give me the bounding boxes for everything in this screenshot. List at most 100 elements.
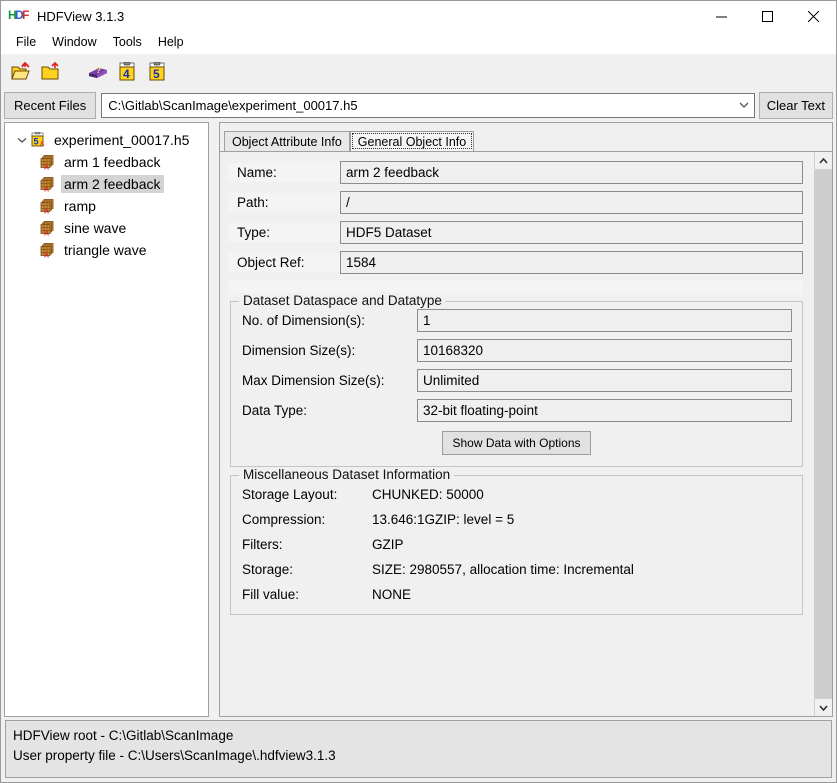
file-path-combo[interactable]: C:\Gitlab\ScanImage\experiment_00017.h5 xyxy=(101,93,754,118)
tree-node-arm-2-feedback[interactable]: A arm 2 feedback xyxy=(5,173,208,195)
row-dimension-sizes: Dimension Size(s): 10168320 xyxy=(238,338,795,362)
field-type-label: Type: xyxy=(228,223,340,242)
row-filters: Filters: GZIP xyxy=(238,532,795,557)
info-tabs: Object Attribute Info General Object Inf… xyxy=(220,128,832,151)
data-type-label: Data Type: xyxy=(238,403,417,418)
chevron-up-icon[interactable] xyxy=(815,152,832,169)
status-line-user-property: User property file - C:\Users\ScanImage\… xyxy=(13,746,831,766)
object-tree-panel[interactable]: 5 A experiment_00017.h5 xyxy=(4,122,209,717)
tree-node-triangle-wave[interactable]: A triangle wave xyxy=(5,239,208,261)
menu-window[interactable]: Window xyxy=(45,33,105,51)
info-scroll-wrapper: Name: arm 2 feedback Path: / Type: HDF5 … xyxy=(220,151,832,716)
dataset-icon: A xyxy=(39,197,57,215)
show-data-row: Show Data with Options xyxy=(238,428,795,459)
hdfview-window: H D F HDFView 3.1.3 File Window Tools He… xyxy=(0,0,837,783)
maximize-icon[interactable] xyxy=(744,1,790,31)
svg-text:5: 5 xyxy=(34,137,39,147)
no-of-dimensions-label: No. of Dimension(s): xyxy=(238,313,417,328)
storage-layout-label: Storage Layout: xyxy=(238,487,372,502)
fill-value-value: NONE xyxy=(372,587,795,602)
minimize-icon[interactable] xyxy=(698,1,744,31)
recent-files-button[interactable]: Recent Files xyxy=(4,92,96,119)
compression-value: 13.646:1GZIP: level = 5 xyxy=(372,512,795,527)
menu-bar: File Window Tools Help xyxy=(1,31,836,54)
tree-node-label: experiment_00017.h5 xyxy=(51,131,192,149)
hdf4-library-icon[interactable]: 4 xyxy=(115,59,141,85)
dimension-sizes-label: Dimension Size(s): xyxy=(238,343,417,358)
field-name: Name: arm 2 feedback xyxy=(228,160,808,184)
field-path: Path: / xyxy=(228,190,808,214)
object-info-panel: Object Attribute Info General Object Inf… xyxy=(219,122,833,717)
field-object-ref-label: Object Ref: xyxy=(228,253,340,272)
show-data-with-options-button[interactable]: Show Data with Options xyxy=(442,431,590,455)
menu-tools[interactable]: Tools xyxy=(106,33,151,51)
field-name-label: Name: xyxy=(228,163,340,182)
filters-label: Filters: xyxy=(238,537,372,552)
scrollbar-thumb[interactable] xyxy=(815,169,832,699)
field-name-value[interactable]: arm 2 feedback xyxy=(340,161,803,184)
tree-node-ramp[interactable]: A ramp xyxy=(5,195,208,217)
tree-node-label: arm 1 feedback xyxy=(61,153,164,171)
svg-text:4: 4 xyxy=(123,67,130,81)
scrollbar-track[interactable] xyxy=(815,169,832,699)
menu-help[interactable]: Help xyxy=(151,33,193,51)
svg-text:F: F xyxy=(22,8,29,22)
row-compression: Compression: 13.646:1GZIP: level = 5 xyxy=(238,507,795,532)
tree-node-sine-wave[interactable]: A sine wave xyxy=(5,217,208,239)
max-dimension-sizes-value[interactable]: Unlimited xyxy=(417,369,792,392)
storage-layout-value: CHUNKED: 50000 xyxy=(372,487,795,502)
svg-text:A: A xyxy=(44,165,49,171)
clear-text-button[interactable]: Clear Text xyxy=(759,92,833,119)
data-type-value[interactable]: 32-bit floating-point xyxy=(417,399,792,422)
field-object-ref-value[interactable]: 1584 xyxy=(340,251,803,274)
status-bar-wrapper: HDFView root - C:\Gitlab\ScanImage User … xyxy=(1,717,836,782)
row-fill-value: Fill value: NONE xyxy=(238,582,795,607)
close-icon[interactable] xyxy=(790,1,836,31)
row-no-of-dimensions: No. of Dimension(s): 1 xyxy=(238,308,795,332)
tree-node-arm-1-feedback[interactable]: A arm 1 feedback xyxy=(5,151,208,173)
file-path-input[interactable]: C:\Gitlab\ScanImage\experiment_00017.h5 xyxy=(102,98,733,113)
chevron-down-icon[interactable] xyxy=(734,94,754,117)
object-tree: 5 A experiment_00017.h5 xyxy=(5,123,208,261)
open-file-icon[interactable] xyxy=(9,59,35,85)
dimension-sizes-value[interactable]: 10168320 xyxy=(417,339,792,362)
info-vertical-scrollbar[interactable] xyxy=(814,152,832,716)
compression-label: Compression: xyxy=(238,512,372,527)
chevron-down-icon[interactable] xyxy=(815,699,832,716)
close-file-icon[interactable] xyxy=(39,59,65,85)
hdf-logo-icon: H D F xyxy=(8,8,30,24)
misc-dataset-group: Miscellaneous Dataset Information Storag… xyxy=(230,475,803,615)
file-bar: Recent Files C:\Gitlab\ScanImage\experim… xyxy=(1,90,836,121)
tab-object-attribute-info[interactable]: Object Attribute Info xyxy=(224,131,350,151)
row-storage-layout: Storage Layout: CHUNKED: 50000 xyxy=(238,482,795,507)
dataspace-group: Dataset Dataspace and Datatype No. of Di… xyxy=(230,301,803,467)
toolbar: ? 4 5 xyxy=(1,54,836,90)
field-type-value[interactable]: HDF5 Dataset xyxy=(340,221,803,244)
status-bar: HDFView root - C:\Gitlab\ScanImage User … xyxy=(5,720,832,778)
storage-label: Storage: xyxy=(238,562,372,577)
dataspace-group-title: Dataset Dataspace and Datatype xyxy=(239,293,446,308)
row-storage: Storage: SIZE: 2980557, allocation time:… xyxy=(238,557,795,582)
general-fields: Name: arm 2 feedback Path: / Type: HDF5 … xyxy=(228,158,808,295)
menu-file[interactable]: File xyxy=(9,33,45,51)
no-of-dimensions-value[interactable]: 1 xyxy=(417,309,792,332)
row-data-type: Data Type: 32-bit floating-point xyxy=(238,398,795,422)
tab-general-object-info[interactable]: General Object Info xyxy=(350,131,474,151)
tree-node-root[interactable]: 5 A experiment_00017.h5 xyxy=(5,129,208,151)
filters-value: GZIP xyxy=(372,537,795,552)
general-object-info-content: Name: arm 2 feedback Path: / Type: HDF5 … xyxy=(220,152,814,716)
svg-text:A: A xyxy=(40,142,45,148)
misc-dataset-group-title: Miscellaneous Dataset Information xyxy=(239,467,454,482)
panel-splitter[interactable] xyxy=(209,122,219,717)
field-object-ref: Object Ref: 1584 xyxy=(228,250,808,274)
dataset-icon: A xyxy=(39,153,57,171)
help-book-icon[interactable]: ? xyxy=(85,59,111,85)
svg-text:?: ? xyxy=(96,66,101,75)
main-split: 5 A experiment_00017.h5 xyxy=(1,121,836,717)
hdf5-library-icon[interactable]: 5 xyxy=(145,59,171,85)
status-line-root: HDFView root - C:\Gitlab\ScanImage xyxy=(13,726,831,746)
dataset-icon: A xyxy=(39,241,57,259)
field-path-value[interactable]: / xyxy=(340,191,803,214)
chevron-down-icon[interactable] xyxy=(15,133,29,147)
tree-node-label: ramp xyxy=(61,197,99,215)
